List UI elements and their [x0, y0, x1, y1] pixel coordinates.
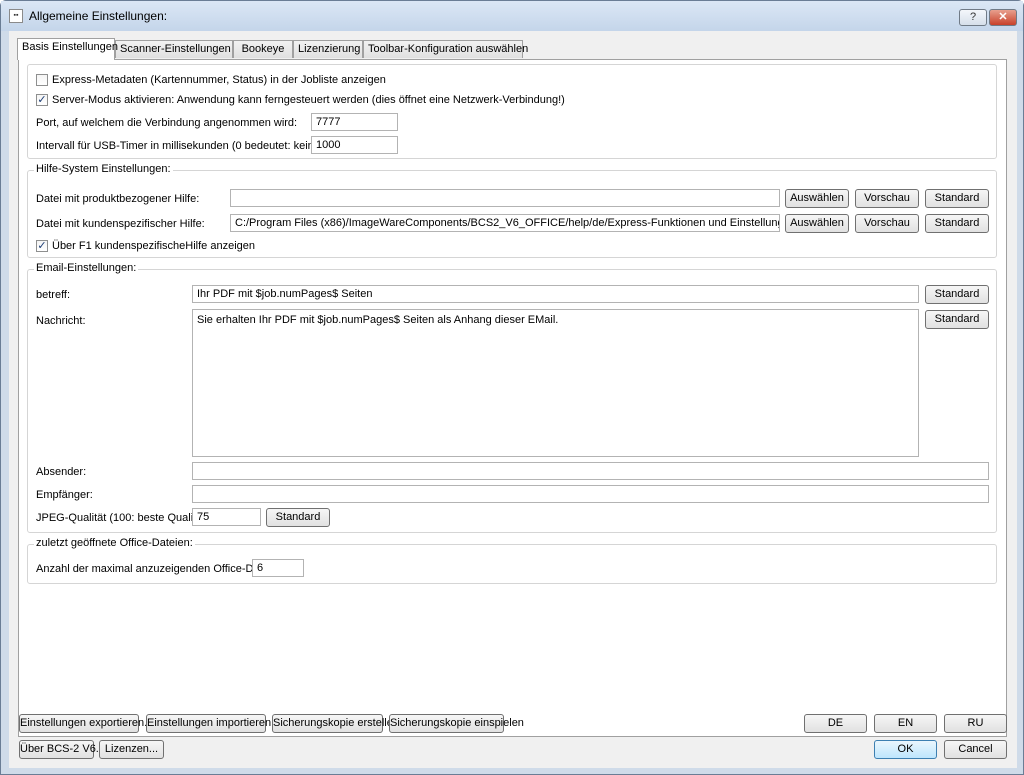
message-textarea[interactable]: Sie erhalten Ihr PDF mit $job.numPages$ …: [192, 309, 919, 457]
message-standard-button[interactable]: Standard: [925, 310, 989, 329]
server-mode-checkbox[interactable]: ✓: [36, 94, 48, 106]
product-help-select-button[interactable]: Auswählen: [785, 189, 849, 208]
email-settings-title: Email-Einstellungen:: [34, 262, 139, 274]
recipient-label: Empfänger:: [36, 489, 93, 501]
create-backup-button[interactable]: Sicherungskopie erstellen: [272, 714, 399, 733]
subject-input[interactable]: Ihr PDF mit $job.numPages$ Seiten: [192, 285, 919, 303]
max-office-files-input[interactable]: 6: [252, 559, 304, 577]
app-icon: ▪▪: [9, 9, 23, 23]
dialog-body: Basis Einstellungen Scanner-Einstellunge…: [9, 31, 1017, 768]
custom-help-standard-button[interactable]: Standard: [925, 214, 989, 233]
max-office-files-label: Anzahl der maximal anzuzeigenden Office-…: [36, 563, 287, 575]
port-label: Port, auf welchem die Verbindung angenom…: [36, 117, 298, 129]
f1-custom-help-checkbox[interactable]: ✓: [36, 240, 48, 252]
ok-button[interactable]: OK: [874, 740, 937, 759]
language-de-button[interactable]: DE: [804, 714, 867, 733]
express-metadata-checkbox[interactable]: [36, 74, 48, 86]
product-help-label: Datei mit produktbezogener Hilfe:: [36, 193, 200, 205]
custom-help-select-button[interactable]: Auswählen: [785, 214, 849, 233]
help-button[interactable]: ?: [959, 9, 987, 26]
product-help-preview-button[interactable]: Vorschau: [855, 189, 919, 208]
basis-einstellungen-panel: Express-Metadaten (Kartennummer, Status)…: [18, 59, 1007, 737]
express-metadata-label: Express-Metadaten (Kartennummer, Status)…: [52, 74, 386, 86]
tab-bookeye[interactable]: Bookeye: [233, 40, 293, 58]
help-system-group: Hilfe-System Einstellungen: Datei mit pr…: [27, 163, 997, 258]
custom-help-preview-button[interactable]: Vorschau: [855, 214, 919, 233]
jpeg-quality-label: JPEG-Qualität (100: beste Qualität):: [36, 512, 213, 524]
about-button[interactable]: Über BCS-2 V6...: [19, 740, 105, 759]
email-settings-group: Email-Einstellungen: betreff: Ihr PDF mi…: [27, 262, 997, 533]
product-help-input[interactable]: [230, 189, 780, 207]
f1-custom-help-label: Über F1 kundenspezifischeHilfe anzeigen: [52, 240, 256, 252]
language-ru-button[interactable]: RU: [944, 714, 1007, 733]
office-files-group: zuletzt geöffnete Office-Dateien: Anzahl…: [27, 537, 997, 584]
tab-scanner-einstellungen[interactable]: Scanner-Einstellungen: [115, 40, 233, 58]
custom-help-label: Datei mit kundenspezifischer Hilfe:: [36, 218, 205, 230]
cancel-button[interactable]: Cancel: [944, 740, 1007, 759]
sender-label: Absender:: [36, 466, 87, 478]
import-settings-button[interactable]: Einstellungen importieren...: [146, 714, 280, 733]
tab-toolbar-konfiguration[interactable]: Toolbar-Konfiguration auswählen: [363, 40, 528, 58]
restore-backup-button[interactable]: Sicherungskopie einspielen: [389, 714, 524, 733]
server-mode-label: Server-Modus aktivieren: Anwendung kann …: [52, 94, 565, 106]
office-files-title: zuletzt geöffnete Office-Dateien:: [34, 537, 195, 549]
port-input[interactable]: 7777: [311, 113, 398, 131]
usb-timer-label: Intervall für USB-Timer in millisekunden…: [36, 140, 357, 152]
licenses-button[interactable]: Lizenzen...: [99, 740, 164, 759]
message-label: Nachricht:: [36, 315, 86, 327]
subject-standard-button[interactable]: Standard: [925, 285, 989, 304]
product-help-standard-button[interactable]: Standard: [925, 189, 989, 208]
title-bar: ▪▪ Allgemeine Einstellungen: ? ✕: [1, 1, 1023, 31]
close-button[interactable]: ✕: [989, 9, 1017, 26]
window-title: Allgemeine Einstellungen:: [29, 9, 168, 23]
usb-timer-input[interactable]: 1000: [311, 136, 398, 154]
tab-lizenzierung[interactable]: Lizenzierung: [293, 40, 363, 58]
jpeg-quality-standard-button[interactable]: Standard: [266, 508, 330, 527]
recipient-input[interactable]: [192, 485, 989, 503]
subject-label: betreff:: [36, 289, 71, 301]
sender-input[interactable]: [192, 462, 989, 480]
help-system-title: Hilfe-System Einstellungen:: [34, 163, 173, 175]
custom-help-input[interactable]: C:/Program Files (x86)/ImageWareComponen…: [230, 214, 780, 232]
jpeg-quality-input[interactable]: 75: [192, 508, 261, 526]
export-settings-button[interactable]: Einstellungen exportieren...: [19, 714, 153, 733]
general-settings-group: Express-Metadaten (Kartennummer, Status)…: [27, 64, 997, 159]
tab-basis-einstellungen[interactable]: Basis Einstellungen: [17, 38, 118, 60]
language-en-button[interactable]: EN: [874, 714, 937, 733]
settings-dialog: ▪▪ Allgemeine Einstellungen: ? ✕ Basis E…: [0, 0, 1024, 775]
